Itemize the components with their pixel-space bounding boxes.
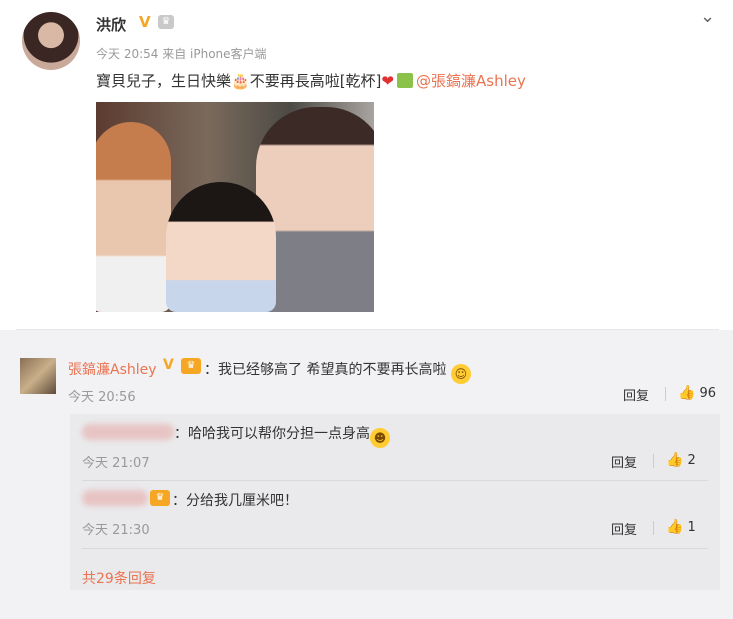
like-button[interactable]: 👍 96 (678, 385, 716, 401)
cake-icon: 🎂 (231, 72, 250, 90)
member-badge-icon: ♛ (181, 358, 201, 374)
divider (665, 387, 666, 401)
reply-text-body: ：哈哈我可以帮你分担一点身高 (174, 426, 370, 442)
divider (82, 480, 708, 481)
grinning-emoji-icon: ☻ (370, 428, 390, 448)
reply-list: ：哈哈我可以帮你分担一点身高 ☻ 今天 21:07 回复 👍 2 ♛ ：分给我几厘米… (70, 414, 720, 590)
author-name[interactable]: 洪欣 (96, 14, 126, 35)
reply-time: 今天 21:30 (82, 523, 150, 538)
member-badge-icon: ♛ (150, 490, 170, 506)
verified-icon: V (163, 357, 174, 373)
comment-section: 張鎬濂Ashley V ♛ ：我已经够高了 希望真的不要再长高啦 ☺ 今天 20… (0, 330, 733, 619)
like-button[interactable]: 👍 1 (666, 519, 696, 535)
chevron-down-icon[interactable]: ⌄ (700, 6, 715, 27)
author-avatar[interactable] (22, 12, 80, 70)
like-count: 96 (699, 386, 716, 401)
comment-time: 今天 20:56 (68, 390, 136, 405)
mention-link[interactable]: @張鎬濂Ashley (416, 72, 526, 90)
divider (653, 521, 654, 535)
like-button[interactable]: 👍 2 (666, 452, 696, 468)
divider (653, 454, 654, 468)
post-meta: 今天 20:54 来自 iPhone客户端 (96, 47, 267, 61)
post-photo[interactable] (96, 102, 374, 312)
laughing-emoji-icon: ☺ (450, 364, 471, 384)
verified-icon: V (139, 13, 151, 31)
thumbs-up-icon: 👍 (678, 385, 696, 401)
post-text-main: 寶貝兒子，生日快樂 (96, 72, 232, 90)
post-text: 寶貝兒子，生日快樂🎂不要再長高啦[乾杯]❤ @張鎬濂Ashley (96, 70, 526, 91)
commenter-avatar[interactable] (20, 358, 56, 394)
blurred-username (82, 490, 148, 506)
photo-person-center (166, 182, 276, 312)
comment-text: ：我已经够高了 希望真的不要再长高啦 ☺ (204, 359, 471, 384)
reply-text: ：分给我几厘米吧！ (172, 493, 298, 509)
weibo-post: 洪欣 V ♛ 今天 20:54 来自 iPhone客户端 ⌄ 寶貝兒子，生日快樂… (0, 0, 733, 322)
divider (82, 548, 708, 549)
post-text-tail: 不要再長高啦[乾杯] (249, 72, 382, 90)
comment-text-body: ：我已经够高了 希望真的不要再长高啦 (204, 362, 447, 378)
like-count: 2 (687, 453, 696, 468)
reply-button[interactable]: 回复 (611, 519, 637, 538)
reply-text: ：哈哈我可以帮你分担一点身高 ☻ (174, 423, 390, 448)
commenter-name[interactable]: 張鎬濂Ashley (68, 359, 157, 379)
more-replies-link[interactable]: 共29条回复 (82, 568, 156, 588)
reply-button[interactable]: 回复 (623, 385, 649, 404)
heart-icon: ❤ (381, 72, 394, 90)
thumbs-up-icon: 👍 (666, 519, 684, 535)
gift-icon (397, 73, 413, 88)
like-count: 1 (687, 520, 696, 535)
blurred-username (82, 424, 174, 440)
crown-icon: ♛ (158, 15, 174, 29)
reply-button[interactable]: 回复 (611, 452, 637, 471)
thumbs-up-icon: 👍 (666, 452, 684, 468)
reply-time: 今天 21:07 (82, 456, 150, 471)
photo-person-left (96, 122, 171, 312)
